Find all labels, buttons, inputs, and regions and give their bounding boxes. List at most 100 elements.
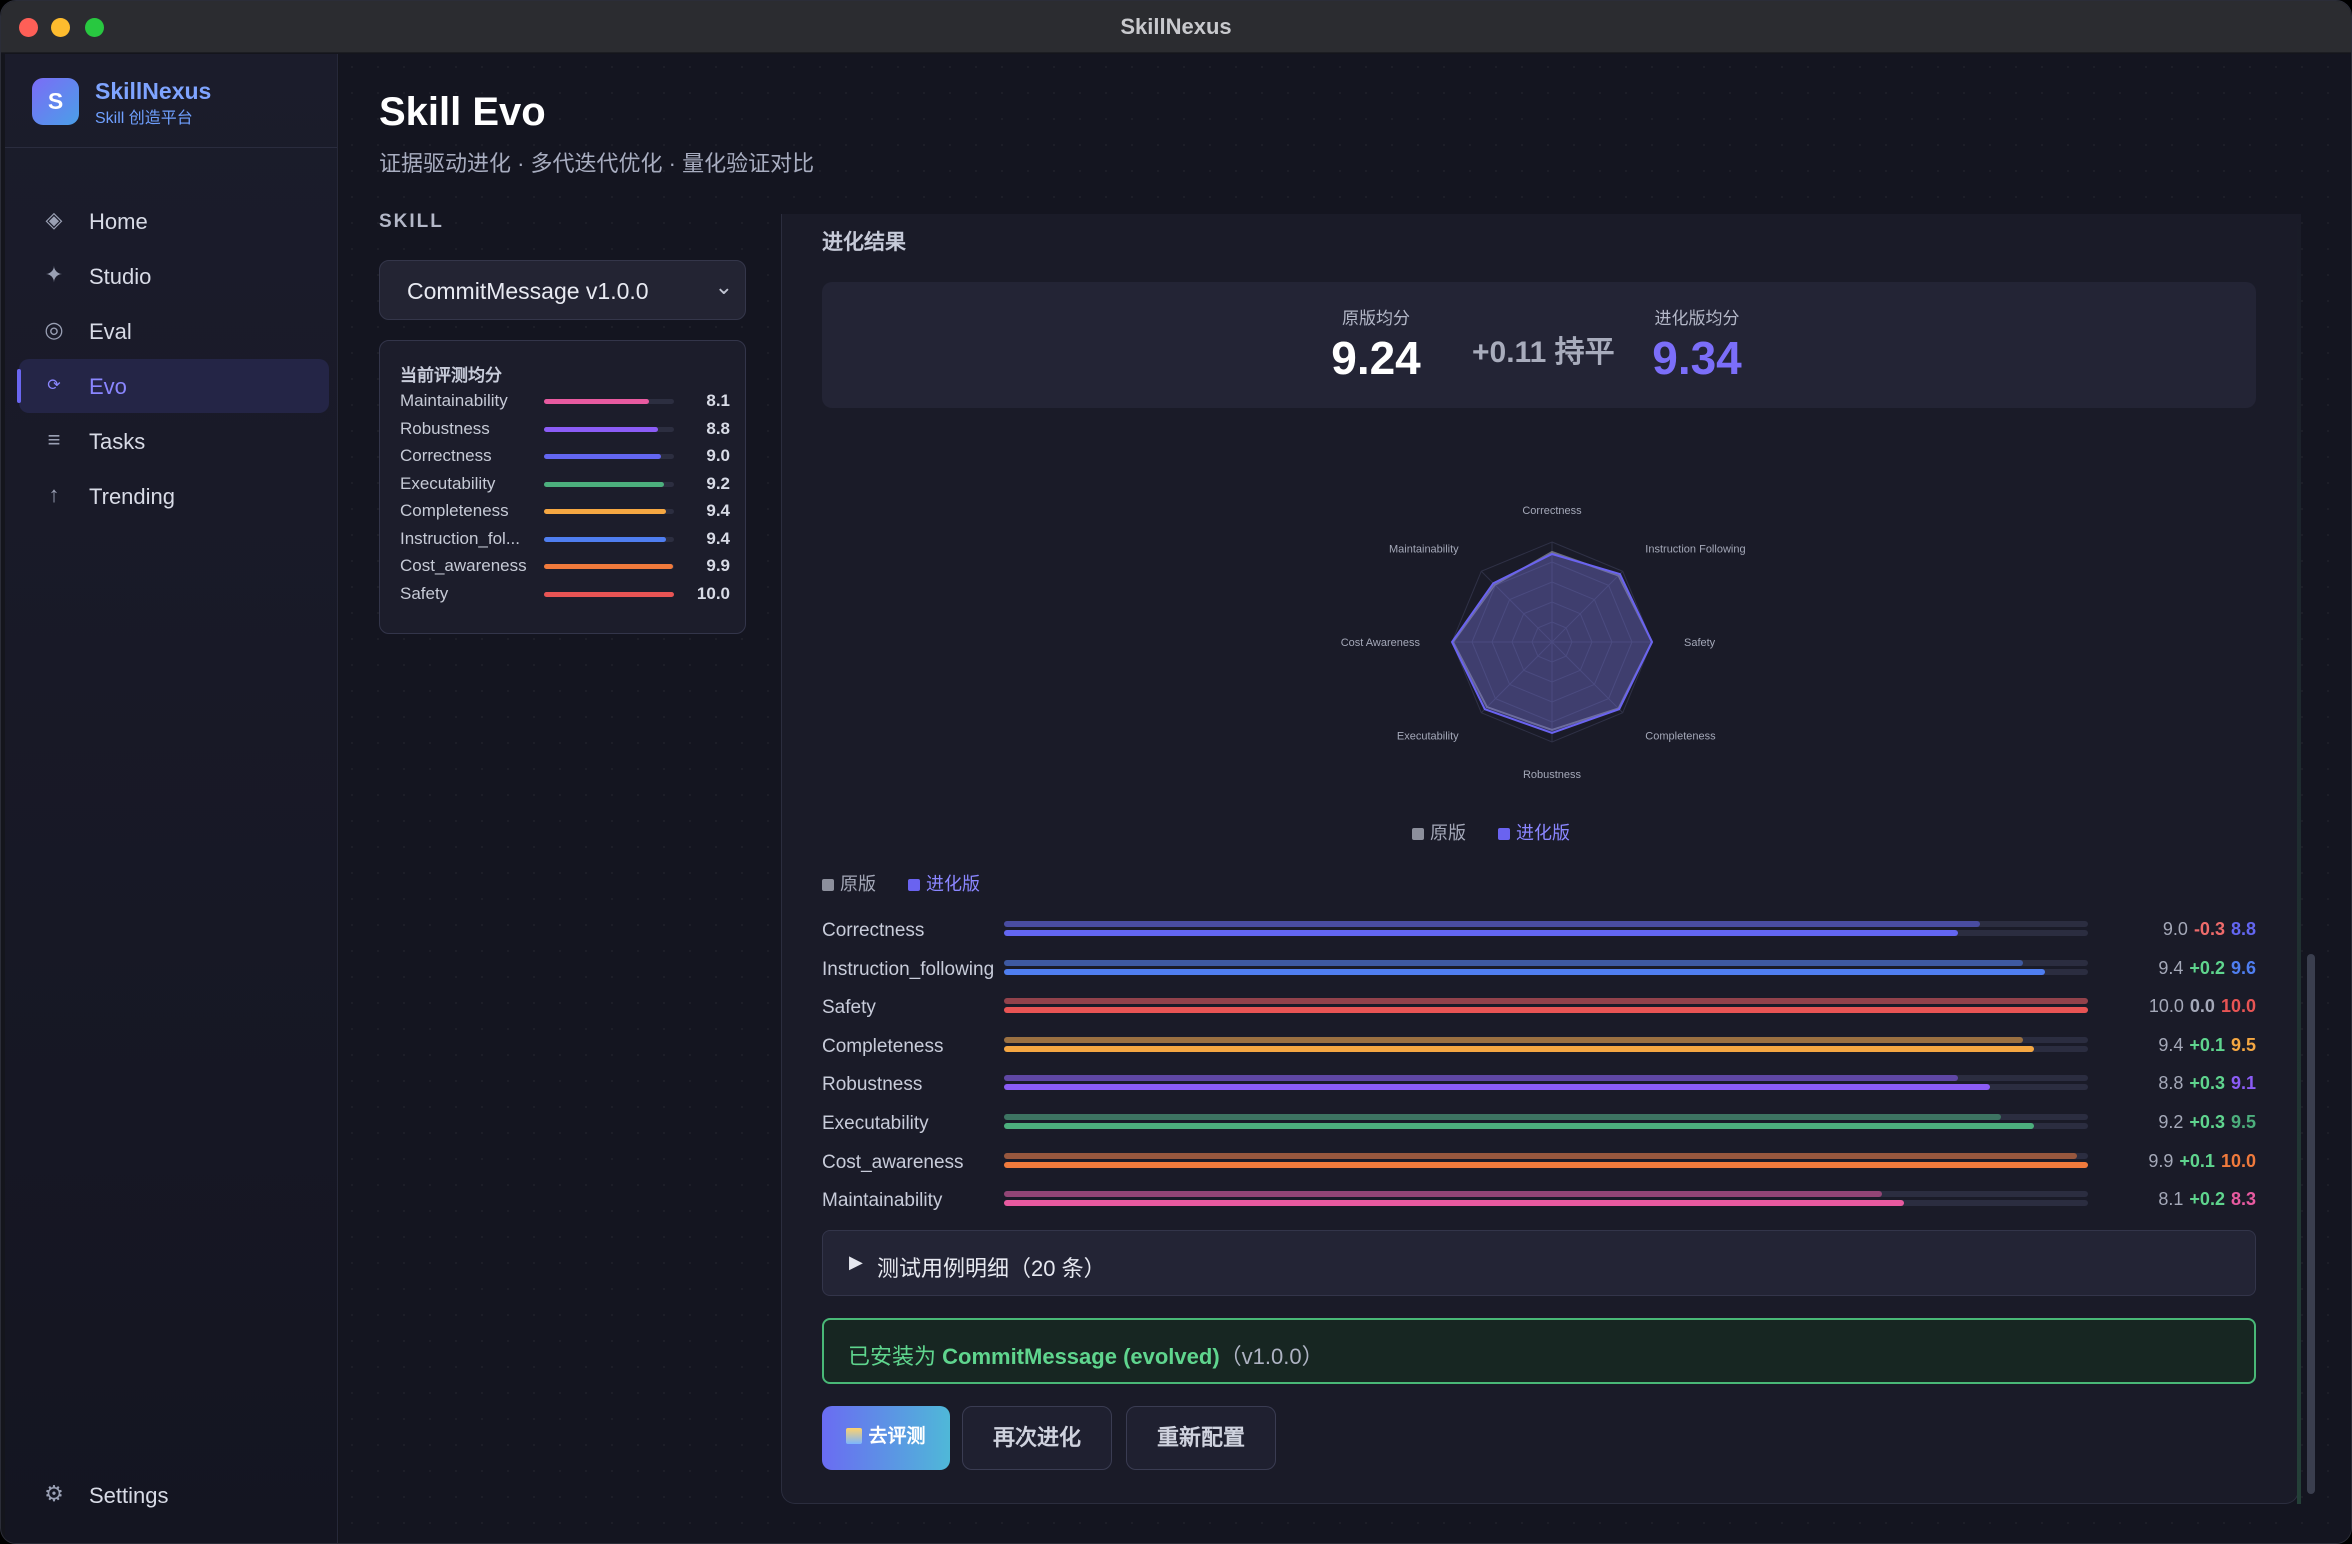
comparison-row-name: Completeness	[822, 1035, 944, 1057]
panel-edge	[2297, 214, 2301, 1504]
comparison-values: 8.1 +0.2 8.3	[2158, 1189, 2256, 1210]
title-bar: SkillNexus	[1, 1, 2351, 53]
sidebar-item-label: Settings	[89, 1483, 169, 1508]
scrollbar[interactable]	[2305, 214, 2315, 1504]
delta-value: +0.1	[2189, 1034, 2225, 1055]
sidebar-item-home[interactable]: ◈ Home	[19, 194, 329, 248]
evolved-bar	[1004, 1200, 1904, 1207]
comparison-row-name: Robustness	[822, 1074, 923, 1096]
install-status: 已安装为 CommitMessage (evolved)（v1.0.0）	[822, 1318, 2256, 1384]
main-content: Skill Evo 证据驱动进化 · 多代迭代优化 · 量化验证对比 SKILL…	[339, 54, 2351, 1543]
original-bar	[1004, 1191, 1883, 1198]
evolved-bar-track	[1004, 930, 2088, 936]
install-prefix: 已安装为	[848, 1344, 943, 1369]
gear-icon: ⚙	[44, 1481, 64, 1506]
original-score: 原版均分 9.24	[1306, 304, 1446, 385]
delta-value: +0.3	[2189, 1112, 2225, 1132]
score-row-name: Safety	[400, 583, 449, 603]
sidebar-item-label: Home	[89, 209, 148, 234]
evolved-score: 进化版均分 9.34	[1622, 304, 1772, 385]
original-value: 9.0	[2162, 919, 2188, 939]
score-row: Instruction_fol... 9.4	[400, 529, 730, 555]
original-bar	[1004, 1036, 2023, 1043]
score-row-value: 8.1	[706, 391, 730, 410]
score-row-fill	[544, 426, 659, 432]
sidebar-item-studio[interactable]: ✦ Studio	[19, 249, 329, 303]
score-row: Completeness 9.4	[400, 501, 730, 527]
evolved-bar-track	[1004, 1123, 2088, 1129]
radar-axis-label: Executability	[1397, 730, 1459, 742]
legend-original-label: 原版	[840, 874, 876, 894]
comparison-values: 9.4 +0.2 9.6	[2158, 958, 2256, 979]
sidebar-item-evo[interactable]: ⟳ Evo	[17, 359, 329, 413]
comparison-values: 9.4 +0.1 9.5	[2158, 1035, 2256, 1056]
evolved-value: 9.5	[2230, 1034, 2256, 1055]
radar-axis-label: Robustness	[1523, 769, 1582, 781]
score-row-value: 8.8	[706, 418, 730, 438]
score-row-track	[544, 591, 674, 597]
radar-axis-label: Safety	[1684, 637, 1716, 649]
go-eval-label: 去评测	[868, 1426, 926, 1447]
evolved-value: 10.0	[2220, 1150, 2256, 1171]
original-bar	[1004, 1152, 2078, 1159]
radar-axis-label: Cost Awareness	[1341, 637, 1421, 649]
comparison-row: Safety 10.0 0.0 10.0	[822, 993, 2256, 1029]
legend-evolved: 进化版	[1498, 819, 1570, 845]
radar-axis-label: Maintainability	[1389, 544, 1459, 556]
evolved-bar	[1004, 968, 2045, 975]
evolved-bar	[1004, 1161, 2088, 1168]
comparison-row-name: Instruction_following	[822, 958, 995, 980]
sidebar-item-trending[interactable]: ↑ Trending	[19, 469, 329, 523]
comparison-row-name: Executability	[822, 1113, 929, 1134]
comparison-values: 8.8 +0.3 9.1	[2158, 1073, 2256, 1094]
original-score-label: 原版均分	[1342, 309, 1410, 328]
brand-name: SkillNexus	[95, 78, 212, 104]
install-status-text: 已安装为 CommitMessage (evolved)（v1.0.0）	[848, 1339, 1324, 1371]
comparison-row: Cost_awareness 9.9 +0.1 10.0	[822, 1148, 2256, 1184]
sidebar-item-label: Evo	[89, 374, 127, 399]
score-row-track	[544, 536, 674, 542]
original-value: 9.4	[2158, 1034, 2184, 1055]
sidebar-item-label: Studio	[89, 264, 152, 289]
skill-select[interactable]: CommitMessage v1.0.0 ⌄	[379, 260, 746, 320]
skill-select-value: CommitMessage v1.0.0	[407, 278, 649, 304]
go-eval-button[interactable]: 去评测	[822, 1406, 950, 1470]
legend-evolved-label: 进化版	[926, 874, 980, 894]
score-row-fill	[544, 564, 673, 569]
original-bar	[1004, 1114, 2002, 1120]
sidebar-item-tasks[interactable]: ≡ Tasks	[19, 414, 329, 468]
score-row-name: Executability	[400, 473, 496, 493]
results-panel: 进化结果 原版均分 9.24 +0.11 持平 进化版均分 9.34 Corre…	[781, 214, 2299, 1504]
arrow-up-icon: ↑	[48, 482, 60, 507]
evolved-bar	[1004, 1045, 2034, 1052]
brand: S SkillNexus Skill 创造平台	[5, 54, 337, 148]
score-row: Robustness 8.8	[400, 419, 730, 445]
original-score-value: 9.24	[1331, 332, 1421, 384]
score-row-fill	[544, 509, 667, 514]
radar-axis-label: Completeness	[1645, 730, 1716, 742]
score-row-fill	[544, 399, 650, 404]
comparison-row: Instruction_following 9.4 +0.2 9.6	[822, 955, 2256, 991]
score-row-value: 9.2	[706, 473, 730, 493]
evolved-bar-track	[1004, 1045, 2088, 1052]
original-value: 9.2	[2158, 1112, 2184, 1132]
evolved-bar	[1004, 1123, 2034, 1129]
sidebar-item-eval[interactable]: ◎ Eval	[19, 304, 329, 358]
sidebar-item-settings[interactable]: ⚙ Settings	[19, 1468, 329, 1522]
comparison-row-name: Maintainability	[822, 1190, 943, 1212]
evolve-again-button[interactable]: 再次进化	[962, 1406, 1112, 1470]
reconfigure-button[interactable]: 重新配置	[1126, 1406, 1276, 1470]
comparison-row: Maintainability 8.1 +0.2 8.3	[822, 1186, 2256, 1222]
evolved-bar	[1004, 930, 1958, 936]
evolved-value: 9.1	[2230, 1073, 2256, 1094]
score-row-track	[544, 426, 674, 432]
installed-skill-version: （v1.0.0）	[1219, 1344, 1324, 1369]
delta-value: +0.3	[2189, 1073, 2225, 1094]
legend-original-label: 原版	[1430, 823, 1466, 843]
evolved-score-value: 9.34	[1652, 332, 1742, 384]
score-row-value: 10.0	[696, 583, 730, 603]
scrollbar-thumb[interactable]	[2307, 954, 2315, 1494]
comparison-row: Correctness 9.0 -0.3 8.8	[822, 916, 2256, 952]
test-case-details-toggle[interactable]: ▶ 测试用例明细（20 条）	[822, 1230, 2256, 1296]
brand-subtitle: Skill 创造平台	[95, 110, 193, 127]
